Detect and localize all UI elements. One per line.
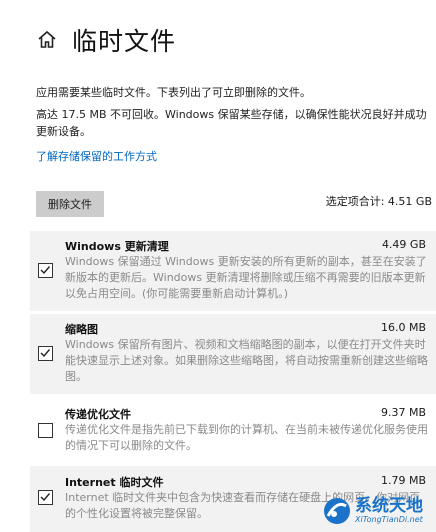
list-item-windows-update-cleanup[interactable]: Windows 更新清理 4.49 GB Windows 保留通过 Window… xyxy=(30,231,436,311)
watermark-main-text: 系统天地 xyxy=(355,496,423,516)
home-icon[interactable] xyxy=(36,29,58,51)
page-header: 临时文件 xyxy=(36,22,176,58)
item-size: 16.0 MB xyxy=(380,321,426,334)
checkbox[interactable] xyxy=(38,263,53,278)
selected-total: 选定项合计: 4.51 GB xyxy=(325,195,432,208)
item-title: 缩略图 xyxy=(65,323,98,336)
checkbox[interactable] xyxy=(38,490,53,505)
checkmark-icon xyxy=(40,266,51,275)
item-title: Windows 更新清理 xyxy=(65,240,169,253)
checkbox[interactable] xyxy=(38,423,53,438)
checkmark-icon xyxy=(40,349,51,358)
checkmark-icon xyxy=(40,493,51,502)
item-title: Internet 临时文件 xyxy=(65,476,164,489)
watermark-sub-text: XiTongTianDi.net xyxy=(355,515,423,524)
item-size: 4.49 GB xyxy=(381,238,426,251)
item-description: 传递优化文件是指先前已下载到你的计算机、在当前未被传递优化服务使用的情况下可以删… xyxy=(65,423,428,452)
reserved-storage-text: 高达 17.5 MB 不可回收。Windows 保留某些存储，以确保性能状况良好… xyxy=(36,108,427,138)
delete-files-button[interactable]: 删除文件 xyxy=(36,191,104,217)
watermark-text: 系统天地 XiTongTianDi.net xyxy=(355,497,423,525)
list-item-delivery-optimization[interactable]: 传递优化文件 9.37 MB 传递优化文件是指先前已下载到你的计算机、在当前未被… xyxy=(30,400,436,462)
watermark-logo-icon xyxy=(324,498,350,524)
learn-more-link[interactable]: 了解存储保留的工作方式 xyxy=(36,148,157,164)
list-item-thumbnails[interactable]: 缩略图 16.0 MB Windows 保留所有图片、视频和文档缩略图的副本，以… xyxy=(30,314,436,394)
item-title: 传递优化文件 xyxy=(65,408,131,421)
item-description: Windows 保留通过 Windows 更新安装的所有更新的副本，甚至在安装了… xyxy=(65,255,427,300)
watermark: 系统天地 XiTongTianDi.net xyxy=(322,490,436,532)
page-title: 临时文件 xyxy=(72,27,177,56)
checkbox[interactable] xyxy=(38,346,53,361)
description-text: 应用需要某些临时文件。下表列出了可立即删除的文件。 xyxy=(36,86,311,99)
item-description: Windows 保留所有图片、视频和文档缩略图的副本，以便在打开文件夹时能快速显… xyxy=(65,338,428,383)
item-size: 9.37 MB xyxy=(380,406,426,419)
item-size: 1.79 MB xyxy=(380,474,426,487)
